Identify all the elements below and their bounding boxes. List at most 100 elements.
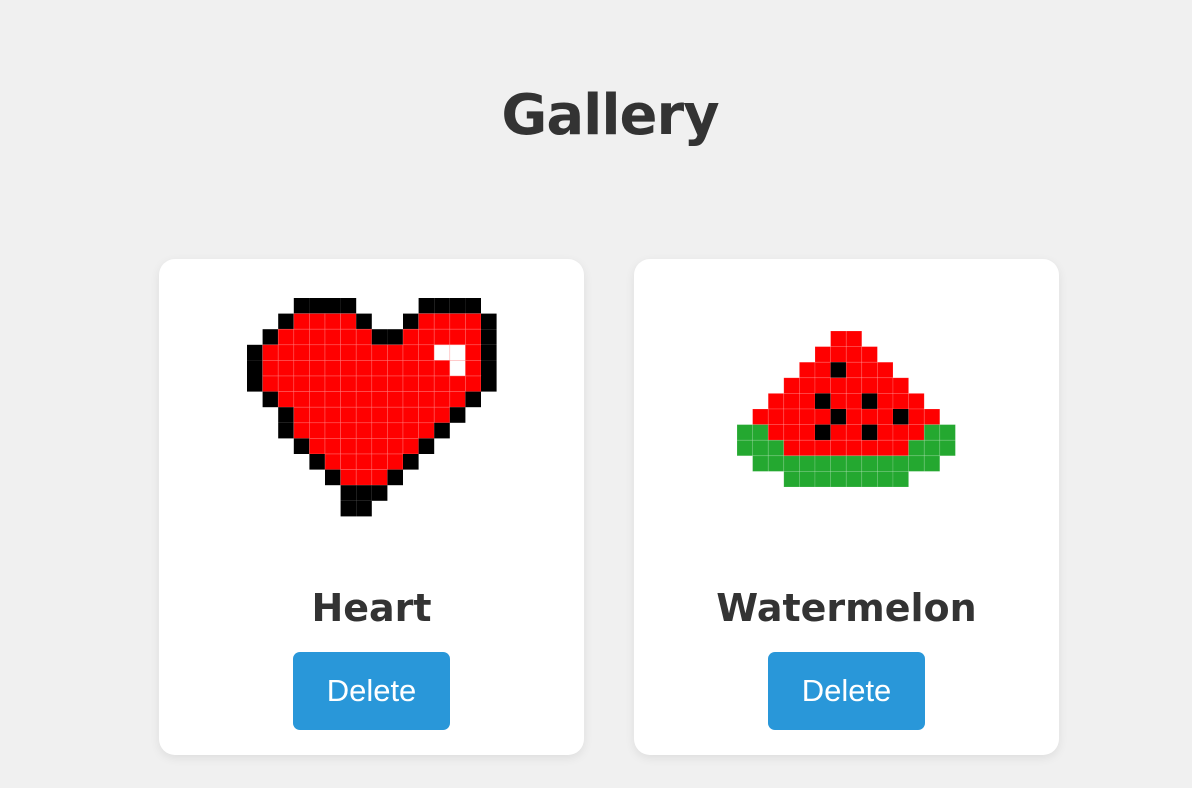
pixel bbox=[892, 471, 909, 487]
pixel bbox=[449, 360, 466, 377]
pixel bbox=[845, 439, 863, 457]
pixel bbox=[387, 422, 404, 439]
pixel bbox=[325, 298, 341, 314]
pixel bbox=[892, 439, 909, 457]
pixel bbox=[877, 408, 894, 425]
pixel bbox=[356, 313, 372, 330]
pixel bbox=[814, 439, 831, 457]
pixel bbox=[481, 329, 497, 345]
pixel bbox=[371, 453, 388, 470]
pixel bbox=[355, 344, 373, 361]
pixel bbox=[247, 344, 263, 361]
pixel bbox=[877, 439, 894, 457]
pixel bbox=[309, 298, 325, 314]
pixel bbox=[814, 408, 831, 425]
pixel bbox=[465, 344, 482, 361]
pixel bbox=[923, 455, 941, 472]
pixel bbox=[387, 329, 403, 345]
pixel bbox=[418, 375, 435, 392]
pixel bbox=[309, 438, 326, 455]
pixel bbox=[845, 346, 863, 363]
pixel bbox=[767, 455, 785, 472]
pixel bbox=[340, 422, 357, 439]
pixel bbox=[433, 360, 451, 377]
pixel bbox=[293, 375, 310, 392]
pixel bbox=[324, 328, 341, 346]
pixel bbox=[324, 313, 341, 330]
delete-button-watermelon[interactable]: Delete bbox=[768, 652, 925, 730]
pixel bbox=[465, 298, 481, 314]
pixel bbox=[418, 406, 435, 424]
pixel bbox=[814, 361, 831, 379]
pixel bbox=[293, 438, 310, 454]
pixel bbox=[402, 422, 419, 439]
pixel bbox=[449, 391, 466, 408]
pixel bbox=[309, 454, 325, 470]
pixel bbox=[387, 360, 404, 377]
pixel bbox=[262, 391, 279, 408]
pixel bbox=[371, 329, 388, 345]
pixel bbox=[340, 360, 357, 377]
pixel bbox=[402, 360, 419, 377]
pixel bbox=[449, 328, 466, 346]
pixel bbox=[752, 455, 769, 472]
pixel bbox=[830, 409, 847, 425]
pixel bbox=[434, 298, 450, 314]
pixel bbox=[340, 375, 357, 392]
pixel bbox=[752, 439, 769, 457]
pixel bbox=[799, 439, 816, 457]
pixel bbox=[324, 391, 341, 408]
pixel bbox=[324, 375, 341, 392]
pixel bbox=[799, 393, 816, 410]
pixel bbox=[861, 439, 878, 457]
pixel bbox=[861, 471, 878, 487]
gallery-card-watermelon: Watermelon Delete bbox=[634, 259, 1059, 755]
pixel bbox=[737, 439, 753, 457]
pixel bbox=[433, 344, 451, 361]
pixel bbox=[845, 331, 863, 347]
pixel bbox=[799, 455, 816, 472]
pixel bbox=[403, 313, 419, 330]
pixel bbox=[767, 439, 785, 457]
pixel bbox=[465, 375, 482, 392]
pixel bbox=[449, 298, 466, 314]
pixel bbox=[767, 393, 785, 410]
pixel bbox=[481, 376, 497, 392]
pixel bbox=[877, 424, 894, 441]
delete-button-heart[interactable]: Delete bbox=[293, 652, 450, 730]
pixel bbox=[340, 328, 357, 346]
pixel bbox=[465, 328, 482, 346]
pixel bbox=[340, 469, 357, 486]
pixel bbox=[465, 360, 482, 377]
pixel bbox=[815, 393, 831, 409]
pixel bbox=[923, 408, 941, 425]
pixel bbox=[418, 328, 435, 346]
pixel bbox=[278, 422, 294, 439]
pixel bbox=[923, 424, 941, 441]
pixel bbox=[262, 344, 279, 361]
pixel bbox=[324, 438, 341, 455]
pixel bbox=[356, 485, 372, 501]
pixel bbox=[324, 344, 341, 361]
pixel bbox=[799, 408, 816, 425]
pixel bbox=[309, 391, 326, 408]
pixel bbox=[387, 391, 404, 408]
pixel bbox=[402, 344, 419, 361]
pixel bbox=[418, 422, 435, 439]
pixel bbox=[277, 360, 295, 377]
pixel bbox=[892, 455, 909, 472]
pixel bbox=[783, 393, 800, 410]
pixel bbox=[783, 377, 800, 394]
pixel bbox=[355, 391, 373, 408]
pixel bbox=[861, 455, 878, 472]
pixel bbox=[355, 328, 373, 346]
pixel bbox=[387, 438, 404, 455]
pixel bbox=[814, 377, 831, 394]
pixel bbox=[418, 391, 435, 408]
pixel bbox=[923, 439, 941, 457]
pixel bbox=[355, 438, 373, 455]
pixel bbox=[402, 375, 419, 392]
pixel bbox=[387, 469, 403, 486]
pixel bbox=[861, 408, 878, 425]
pixel bbox=[830, 362, 847, 378]
